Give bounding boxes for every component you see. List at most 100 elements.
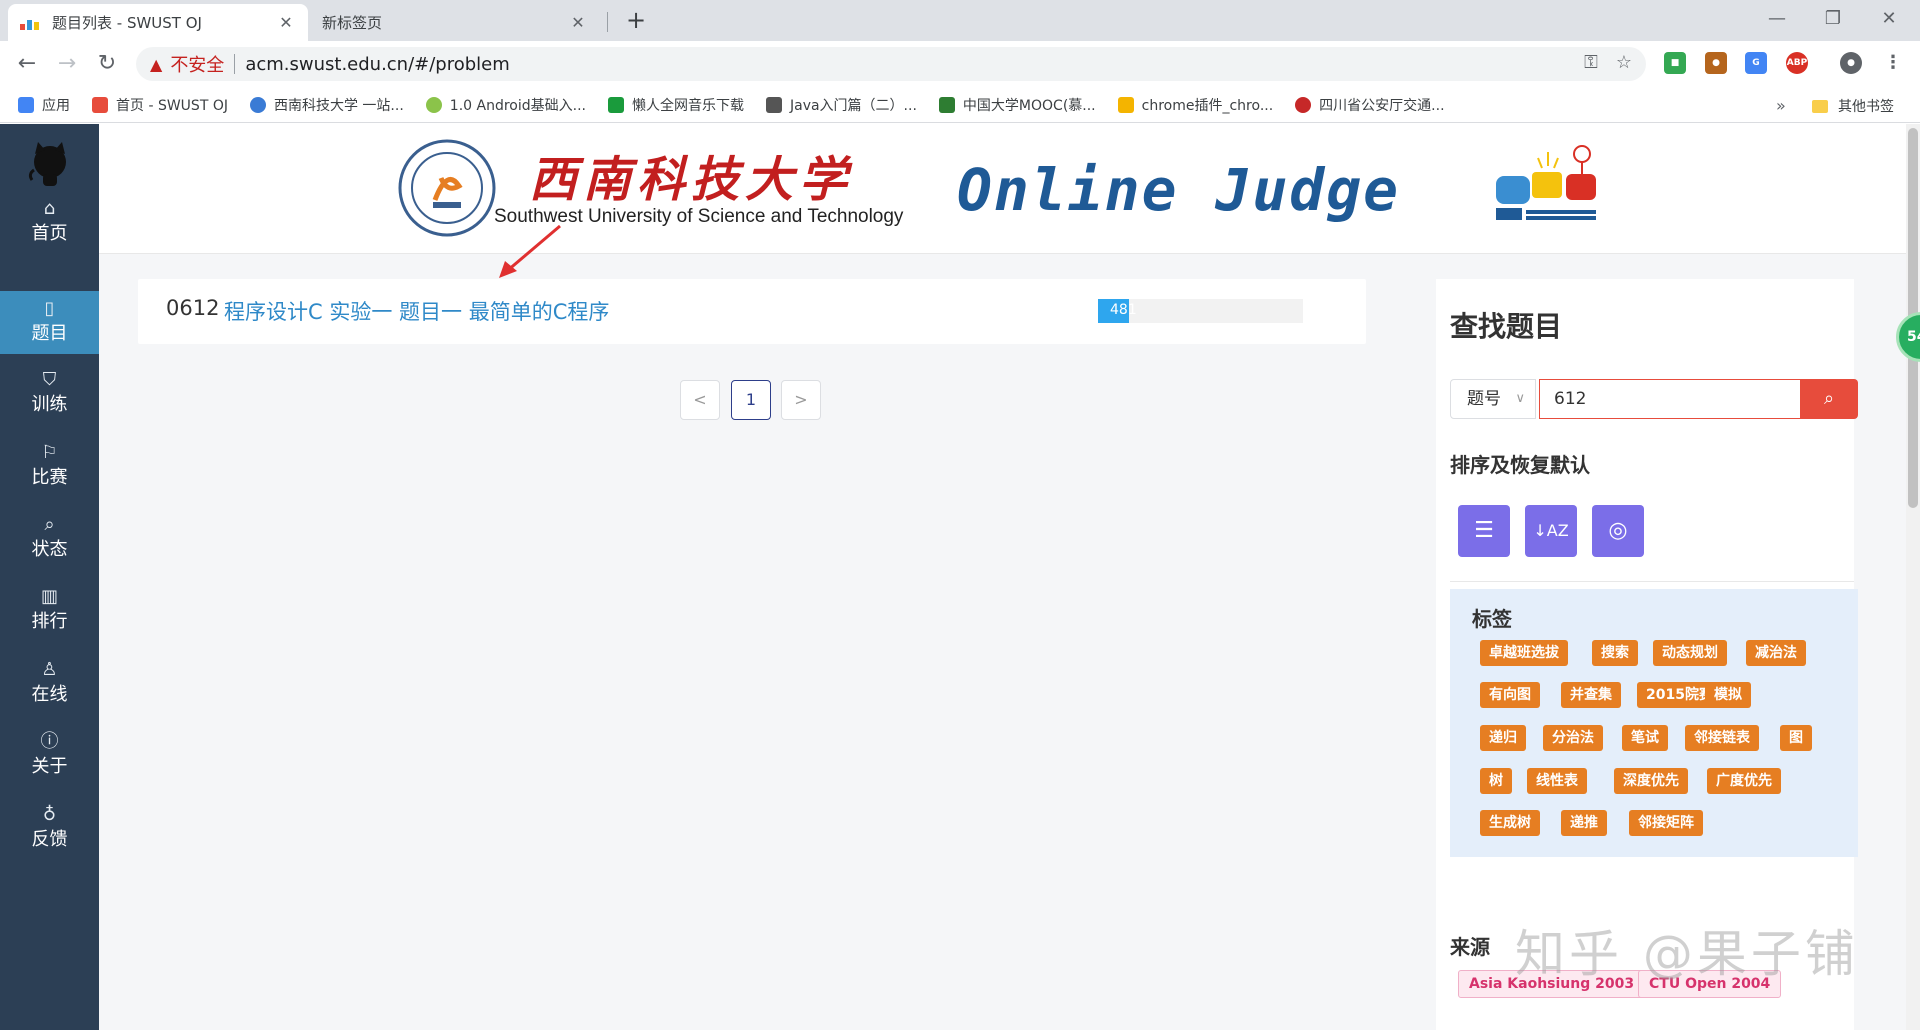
sidebar-item-rank[interactable]: ▥ 排行 bbox=[0, 579, 99, 642]
tag-chip[interactable]: 搜索 bbox=[1592, 640, 1638, 666]
panel-title: 查找题目 bbox=[1450, 310, 1563, 343]
tag-chip[interactable]: 笔试 bbox=[1622, 725, 1668, 751]
tag-chip[interactable]: 有向图 bbox=[1480, 682, 1540, 708]
extension-monkey-icon[interactable]: ● bbox=[1705, 52, 1727, 74]
sidebar-item-status[interactable]: ⌕ 状态 bbox=[0, 507, 99, 570]
bookmark-item[interactable]: 应用 bbox=[18, 95, 70, 115]
key-icon[interactable]: ⚿ bbox=[1584, 52, 1598, 73]
tag-chip[interactable]: 广度优先 bbox=[1707, 768, 1781, 794]
tab-close-icon[interactable]: ✕ bbox=[276, 13, 296, 32]
tab-problem-list[interactable]: 题目列表 - SWUST OJ ✕ bbox=[8, 4, 308, 41]
sidebar-item-online[interactable]: ♙ 在线 bbox=[0, 652, 99, 715]
forward-icon[interactable]: → bbox=[52, 49, 82, 79]
omnibox-actions: ⚿ ☆ bbox=[1584, 52, 1632, 73]
tag-chip[interactable]: 树 bbox=[1480, 768, 1512, 794]
bookmark-item[interactable]: 1.0 Android基础入... bbox=[425, 95, 586, 115]
sidebar-item-label: 反馈 bbox=[31, 829, 68, 850]
security-label[interactable]: 不安全 bbox=[170, 51, 224, 77]
tag-chip[interactable]: 减治法 bbox=[1746, 640, 1806, 666]
bookmark-label: 懒人全网音乐下载 bbox=[631, 97, 744, 114]
sort-alpha-button[interactable]: ↓AZ bbox=[1525, 505, 1577, 557]
tag-chip[interactable]: 模拟 bbox=[1705, 682, 1751, 708]
sidebar-item-about[interactable]: ⓘ 关于 bbox=[0, 724, 99, 787]
tab-title: 新标签页 bbox=[322, 14, 383, 32]
home-icon: ⌂ bbox=[43, 198, 56, 219]
sidebar-item-feedback[interactable]: ♁ 反馈 bbox=[0, 797, 99, 860]
extension-translate-icon[interactable]: G bbox=[1745, 52, 1767, 74]
tag-chip[interactable]: 动态规划 bbox=[1653, 640, 1727, 666]
url-text[interactable]: acm.swust.edu.cn/#/problem bbox=[245, 54, 509, 75]
warning-icon: ▲ bbox=[150, 54, 163, 74]
sort-list-button[interactable]: ☰ bbox=[1458, 505, 1510, 557]
tag-chip[interactable]: 递归 bbox=[1480, 725, 1526, 751]
tag-chip[interactable]: 并查集 bbox=[1561, 682, 1621, 708]
problem-row[interactable]: 0612 程序设计C 实验一 题目一 最简单的C程序 481 bbox=[138, 279, 1366, 344]
zhihu-watermark: 知乎 @果子铺 bbox=[1515, 925, 1859, 983]
bookmark-item[interactable]: 懒人全网音乐下载 bbox=[607, 95, 744, 115]
bar-chart-icon: ▥ bbox=[40, 586, 58, 607]
tab-title: 题目列表 - SWUST OJ bbox=[52, 14, 202, 32]
bookmarks-overflow-icon[interactable]: » bbox=[1776, 96, 1786, 115]
tag-chip[interactable]: 深度优先 bbox=[1614, 768, 1688, 794]
omnibox-separator bbox=[234, 54, 236, 74]
reset-default-button[interactable]: ◎ bbox=[1592, 505, 1644, 557]
sort-section-title: 排序及恢复默认 bbox=[1450, 453, 1590, 477]
bookmark-item[interactable]: chrome插件_chro... bbox=[1117, 95, 1273, 115]
java-tutorial-icon bbox=[765, 96, 782, 113]
tag-chip[interactable]: 生成树 bbox=[1480, 810, 1540, 836]
bookmark-item[interactable]: 四川省公安厅交通... bbox=[1295, 95, 1445, 115]
address-bar[interactable]: ▲ 不安全 acm.swust.edu.cn/#/problem ⚿ ☆ bbox=[136, 47, 1646, 81]
tab-separator bbox=[607, 12, 608, 32]
extension-color-icon[interactable]: ■ bbox=[1664, 52, 1686, 74]
pagination-next-button[interactable]: > bbox=[781, 380, 821, 420]
restore-icon[interactable]: ❐ bbox=[1810, 4, 1856, 34]
folder-icon bbox=[1812, 99, 1828, 113]
new-tab-icon[interactable]: + bbox=[622, 6, 650, 34]
bookmark-item[interactable]: 中国大学MOOC(慕... bbox=[938, 95, 1096, 115]
book-icon: ▯ bbox=[44, 298, 55, 319]
minimize-icon[interactable]: — bbox=[1754, 4, 1800, 34]
bookmark-item[interactable]: Java入门篇（二）... bbox=[765, 95, 917, 115]
search-input[interactable] bbox=[1539, 379, 1801, 419]
sidebar-item-contest[interactable]: ⚐ 比赛 bbox=[0, 435, 99, 498]
swust-seal-icon bbox=[249, 96, 266, 113]
search-icon: ⌕ bbox=[1823, 388, 1835, 409]
sidebar-item-problems[interactable]: ▯ 题目 bbox=[0, 291, 99, 354]
tag-chip[interactable]: 递推 bbox=[1561, 810, 1607, 836]
tag-chip[interactable]: 卓越班选拔 bbox=[1480, 640, 1568, 666]
problem-title-link[interactable]: 程序设计C 实验一 题目一 最简单的C程序 bbox=[224, 296, 609, 326]
github-cat-icon[interactable] bbox=[26, 140, 74, 188]
sidebar-item-training[interactable]: ⛉ 训练 bbox=[0, 362, 99, 425]
back-icon[interactable]: ← bbox=[12, 49, 42, 79]
tag-chip[interactable]: 分治法 bbox=[1543, 725, 1603, 751]
page-scrollbar[interactable] bbox=[1906, 124, 1920, 1030]
tags-section: 标签 卓越班选拔 搜索 动态规划 减治法 有向图 并查集 2015院赛 模拟 递… bbox=[1450, 589, 1858, 857]
school-seal-logo bbox=[398, 139, 496, 237]
tag-chip[interactable]: 线性表 bbox=[1527, 768, 1587, 794]
tab-close-icon[interactable]: ✕ bbox=[568, 13, 588, 32]
bookmark-item[interactable]: 西南科技大学 一站... bbox=[249, 95, 404, 115]
reload-icon[interactable]: ↻ bbox=[92, 49, 122, 79]
tab-new-tab[interactable]: 新标签页 ✕ bbox=[310, 4, 600, 41]
search-type-select[interactable]: 题号 ∨ bbox=[1450, 379, 1536, 419]
other-bookmarks[interactable]: 其他书签 bbox=[1812, 96, 1894, 116]
tag-chip[interactable]: 图 bbox=[1780, 725, 1812, 751]
progress-text: 481 bbox=[1110, 302, 1136, 318]
tag-chip[interactable]: 邻接链表 bbox=[1685, 725, 1759, 751]
sidebar-item-home[interactable]: ⌂ 首页 bbox=[0, 191, 99, 254]
pagination-prev-button[interactable]: < bbox=[680, 380, 720, 420]
window-close-icon[interactable]: ✕ bbox=[1866, 4, 1912, 34]
search-button[interactable]: ⌕ bbox=[1800, 379, 1858, 419]
bookmarks-bar: 应用 首页 - SWUST OJ 西南科技大学 一站... 1.0 Androi… bbox=[0, 87, 1920, 123]
bookmark-item[interactable]: 首页 - SWUST OJ bbox=[92, 95, 228, 115]
extension-adblock-icon[interactable]: ABP bbox=[1786, 52, 1808, 74]
music-note-icon bbox=[607, 96, 624, 113]
tag-chip[interactable]: 邻接矩阵 bbox=[1629, 810, 1703, 836]
bookmark-star-icon[interactable]: ☆ bbox=[1616, 52, 1632, 73]
sidebar-item-label: 状态 bbox=[31, 539, 68, 560]
menu-kebab-icon[interactable]: ⋮ bbox=[1882, 52, 1904, 74]
source-section-title: 来源 bbox=[1450, 935, 1490, 959]
profile-avatar-icon[interactable]: ● bbox=[1840, 52, 1862, 74]
pagination-page-1[interactable]: 1 bbox=[731, 380, 771, 420]
police-badge-icon bbox=[1295, 96, 1312, 113]
